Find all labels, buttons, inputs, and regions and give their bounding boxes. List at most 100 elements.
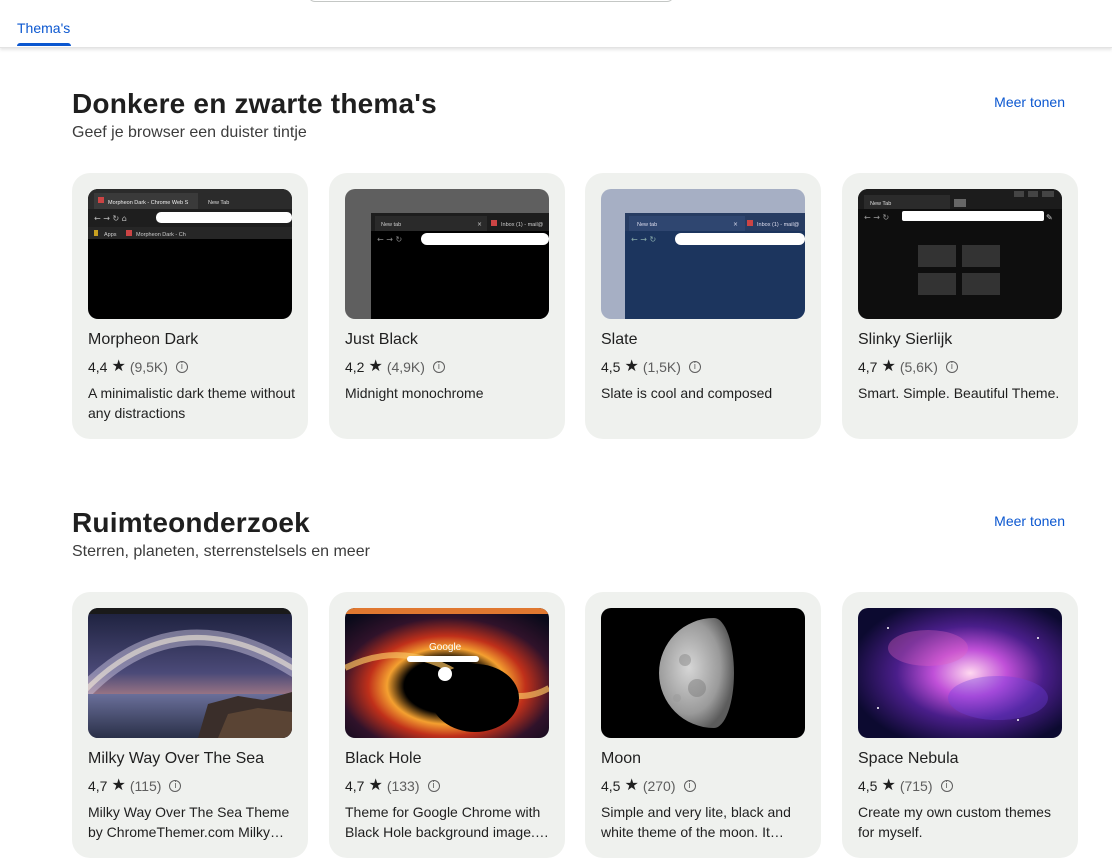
section-subtitle: Sterren, planeten, sterrenstelsels en me… bbox=[72, 543, 370, 560]
svg-text:← → ↻: ← → ↻ bbox=[864, 213, 889, 222]
info-icon[interactable]: i bbox=[169, 780, 182, 792]
rating-count: (4,9K) bbox=[386, 359, 425, 375]
theme-rating: 4,5 ★ (715) i bbox=[858, 778, 953, 794]
svg-text:Morpheon Dark - Chrome Web S: Morpheon Dark - Chrome Web S bbox=[108, 200, 189, 206]
theme-thumbnail: New tab × Inbox (1) - mail@ ← → ↻ bbox=[601, 189, 805, 319]
rating-value: 4,2 bbox=[345, 359, 365, 375]
info-icon[interactable]: i bbox=[683, 780, 696, 792]
tab-active-indicator bbox=[17, 43, 71, 46]
theme-rating: 4,7 ★ (115) i bbox=[88, 777, 182, 794]
theme-thumbnail: New Tab ← → ↻ ✎ bbox=[858, 189, 1062, 319]
svg-text:Inbox (1) - mail@: Inbox (1) - mail@ bbox=[501, 222, 544, 228]
theme-description: Simple and very lite, black and white th… bbox=[601, 804, 791, 840]
info-icon[interactable]: i bbox=[175, 361, 188, 373]
svg-text:New tab: New tab bbox=[637, 222, 657, 228]
section-dark-themes: Donkere en zwarte thema's Geef je browse… bbox=[72, 88, 1078, 448]
theme-name: Just Black bbox=[345, 331, 418, 348]
theme-card-space-nebula[interactable]: Space Nebula 4,5 ★ (715) i Create my own… bbox=[842, 592, 1078, 858]
rating-count: (270) bbox=[642, 778, 676, 794]
theme-card-slate[interactable]: New tab × Inbox (1) - mail@ ← → ↻ Slate … bbox=[585, 173, 821, 439]
rating-value: 4,5 bbox=[601, 359, 621, 375]
svg-text:← → ↻: ← → ↻ bbox=[631, 235, 656, 244]
rating-count: (133) bbox=[386, 778, 420, 794]
theme-description: Midnight monochrome bbox=[345, 385, 484, 401]
rating-count: (1,5K) bbox=[642, 359, 681, 375]
section-title: Donkere en zwarte thema's bbox=[72, 88, 437, 119]
star-icon: ★ bbox=[624, 777, 639, 794]
theme-description: Smart. Simple. Beautiful Theme. bbox=[858, 385, 1060, 401]
star-icon: ★ bbox=[368, 777, 383, 794]
svg-text:← → ↻ ⌂: ← → ↻ ⌂ bbox=[94, 214, 127, 223]
more-link[interactable]: Meer tonen bbox=[994, 513, 1065, 529]
rating-value: 4,4 bbox=[88, 359, 108, 375]
theme-description: A minimalistic dark theme without any di… bbox=[88, 385, 295, 421]
svg-text:Inbox (1) - mail@: Inbox (1) - mail@ bbox=[757, 222, 800, 228]
star-icon: ★ bbox=[624, 358, 639, 375]
section-space-themes: Ruimteonderzoek Sterren, planeten, sterr… bbox=[72, 507, 1078, 858]
info-icon[interactable]: i bbox=[432, 361, 445, 373]
theme-name: Morpheon Dark bbox=[88, 331, 199, 348]
star-icon: ★ bbox=[368, 358, 383, 375]
theme-name: Moon bbox=[601, 750, 642, 767]
theme-name: Slinky Sierlijk bbox=[858, 331, 953, 348]
theme-rating: 4,2 ★ (4,9K) i bbox=[345, 359, 445, 375]
section-title: Ruimteonderzoek bbox=[72, 507, 310, 538]
search-box[interactable] bbox=[308, 0, 674, 2]
star-icon: ★ bbox=[881, 777, 896, 794]
rating-count: (5,6K) bbox=[899, 359, 938, 375]
svg-text:Apps: Apps bbox=[104, 232, 117, 238]
theme-thumbnail: Google bbox=[345, 608, 549, 738]
theme-thumbnail: Morpheon Dark - Chrome Web S New Tab ← →… bbox=[88, 189, 292, 319]
rating-value: 4,7 bbox=[858, 359, 878, 375]
svg-text:Morpheon Dark - Ch: Morpheon Dark - Ch bbox=[136, 232, 186, 238]
svg-text:Google: Google bbox=[429, 642, 462, 653]
theme-rating: 4,7 ★ (5,6K) i bbox=[858, 359, 958, 375]
star-icon: ★ bbox=[881, 358, 896, 375]
theme-name: Space Nebula bbox=[858, 750, 959, 767]
theme-card-slinky-sierlijk[interactable]: New Tab ← → ↻ ✎ Slinky Sierlijk 4,7 ★ (5… bbox=[842, 173, 1078, 439]
more-link[interactable]: Meer tonen bbox=[994, 94, 1065, 110]
theme-rating: 4,5 ★ (1,5K) i bbox=[601, 359, 701, 375]
theme-thumbnail: New tab × Inbox (1) - mail@ ← → ↻ bbox=[345, 189, 549, 319]
theme-name: Black Hole bbox=[345, 750, 422, 767]
svg-text:New tab: New tab bbox=[381, 222, 401, 228]
star-icon: ★ bbox=[111, 777, 126, 794]
info-icon[interactable]: i bbox=[427, 780, 440, 792]
theme-card-morpheon-dark[interactable]: Morpheon Dark - Chrome Web S New Tab ← →… bbox=[72, 173, 308, 439]
theme-card-just-black[interactable]: New tab × Inbox (1) - mail@ ← → ↻ Just B… bbox=[329, 173, 565, 439]
svg-text:New Tab: New Tab bbox=[870, 201, 891, 207]
theme-card-milky-way[interactable]: Milky Way Over The Sea 4,7 ★ (115) i Mil… bbox=[72, 592, 308, 858]
theme-rating: 4,5 ★ (270) i bbox=[601, 778, 696, 794]
rating-value: 4,7 bbox=[345, 778, 365, 794]
info-icon[interactable]: i bbox=[945, 361, 958, 373]
svg-text:×: × bbox=[733, 221, 738, 228]
theme-rating: 4,4 ★ (9,5K) i bbox=[88, 359, 188, 375]
svg-text:×: × bbox=[477, 221, 482, 228]
theme-description: Milky Way Over The Sea Theme by ChromeTh… bbox=[88, 804, 290, 840]
info-icon[interactable]: i bbox=[688, 361, 701, 373]
theme-name: Slate bbox=[601, 331, 638, 348]
rating-count: (115) bbox=[129, 778, 162, 794]
svg-text:New Tab: New Tab bbox=[208, 200, 229, 206]
theme-thumbnail bbox=[88, 608, 292, 738]
rating-value: 4,7 bbox=[88, 778, 108, 794]
rating-value: 4,5 bbox=[601, 778, 621, 794]
svg-text:✎: ✎ bbox=[1046, 213, 1053, 222]
theme-description: Create my own custom themes for myself. bbox=[858, 804, 1051, 840]
theme-description: Theme for Google Chrome with Black Hole … bbox=[345, 804, 549, 840]
theme-name: Milky Way Over The Sea bbox=[88, 750, 265, 767]
tab-themes[interactable]: Thema's bbox=[17, 20, 70, 36]
theme-rating: 4,7 ★ (133) i bbox=[345, 778, 440, 794]
svg-text:← → ↻: ← → ↻ bbox=[377, 235, 402, 244]
theme-thumbnail bbox=[858, 608, 1062, 738]
theme-description: Slate is cool and composed bbox=[601, 385, 773, 401]
theme-card-moon[interactable]: Moon 4,5 ★ (270) i Simple and very lite,… bbox=[585, 592, 821, 858]
theme-thumbnail bbox=[601, 608, 805, 738]
section-subtitle: Geef je browser een duister tintje bbox=[72, 124, 307, 141]
rating-value: 4,5 bbox=[858, 778, 878, 794]
top-bar: Thema's bbox=[0, 0, 1112, 48]
rating-count: (715) bbox=[899, 778, 933, 794]
theme-card-black-hole[interactable]: Google Black Hole 4,7 ★ (133) i Theme fo… bbox=[329, 592, 565, 858]
info-icon[interactable]: i bbox=[940, 780, 953, 792]
rating-count: (9,5K) bbox=[129, 359, 168, 375]
